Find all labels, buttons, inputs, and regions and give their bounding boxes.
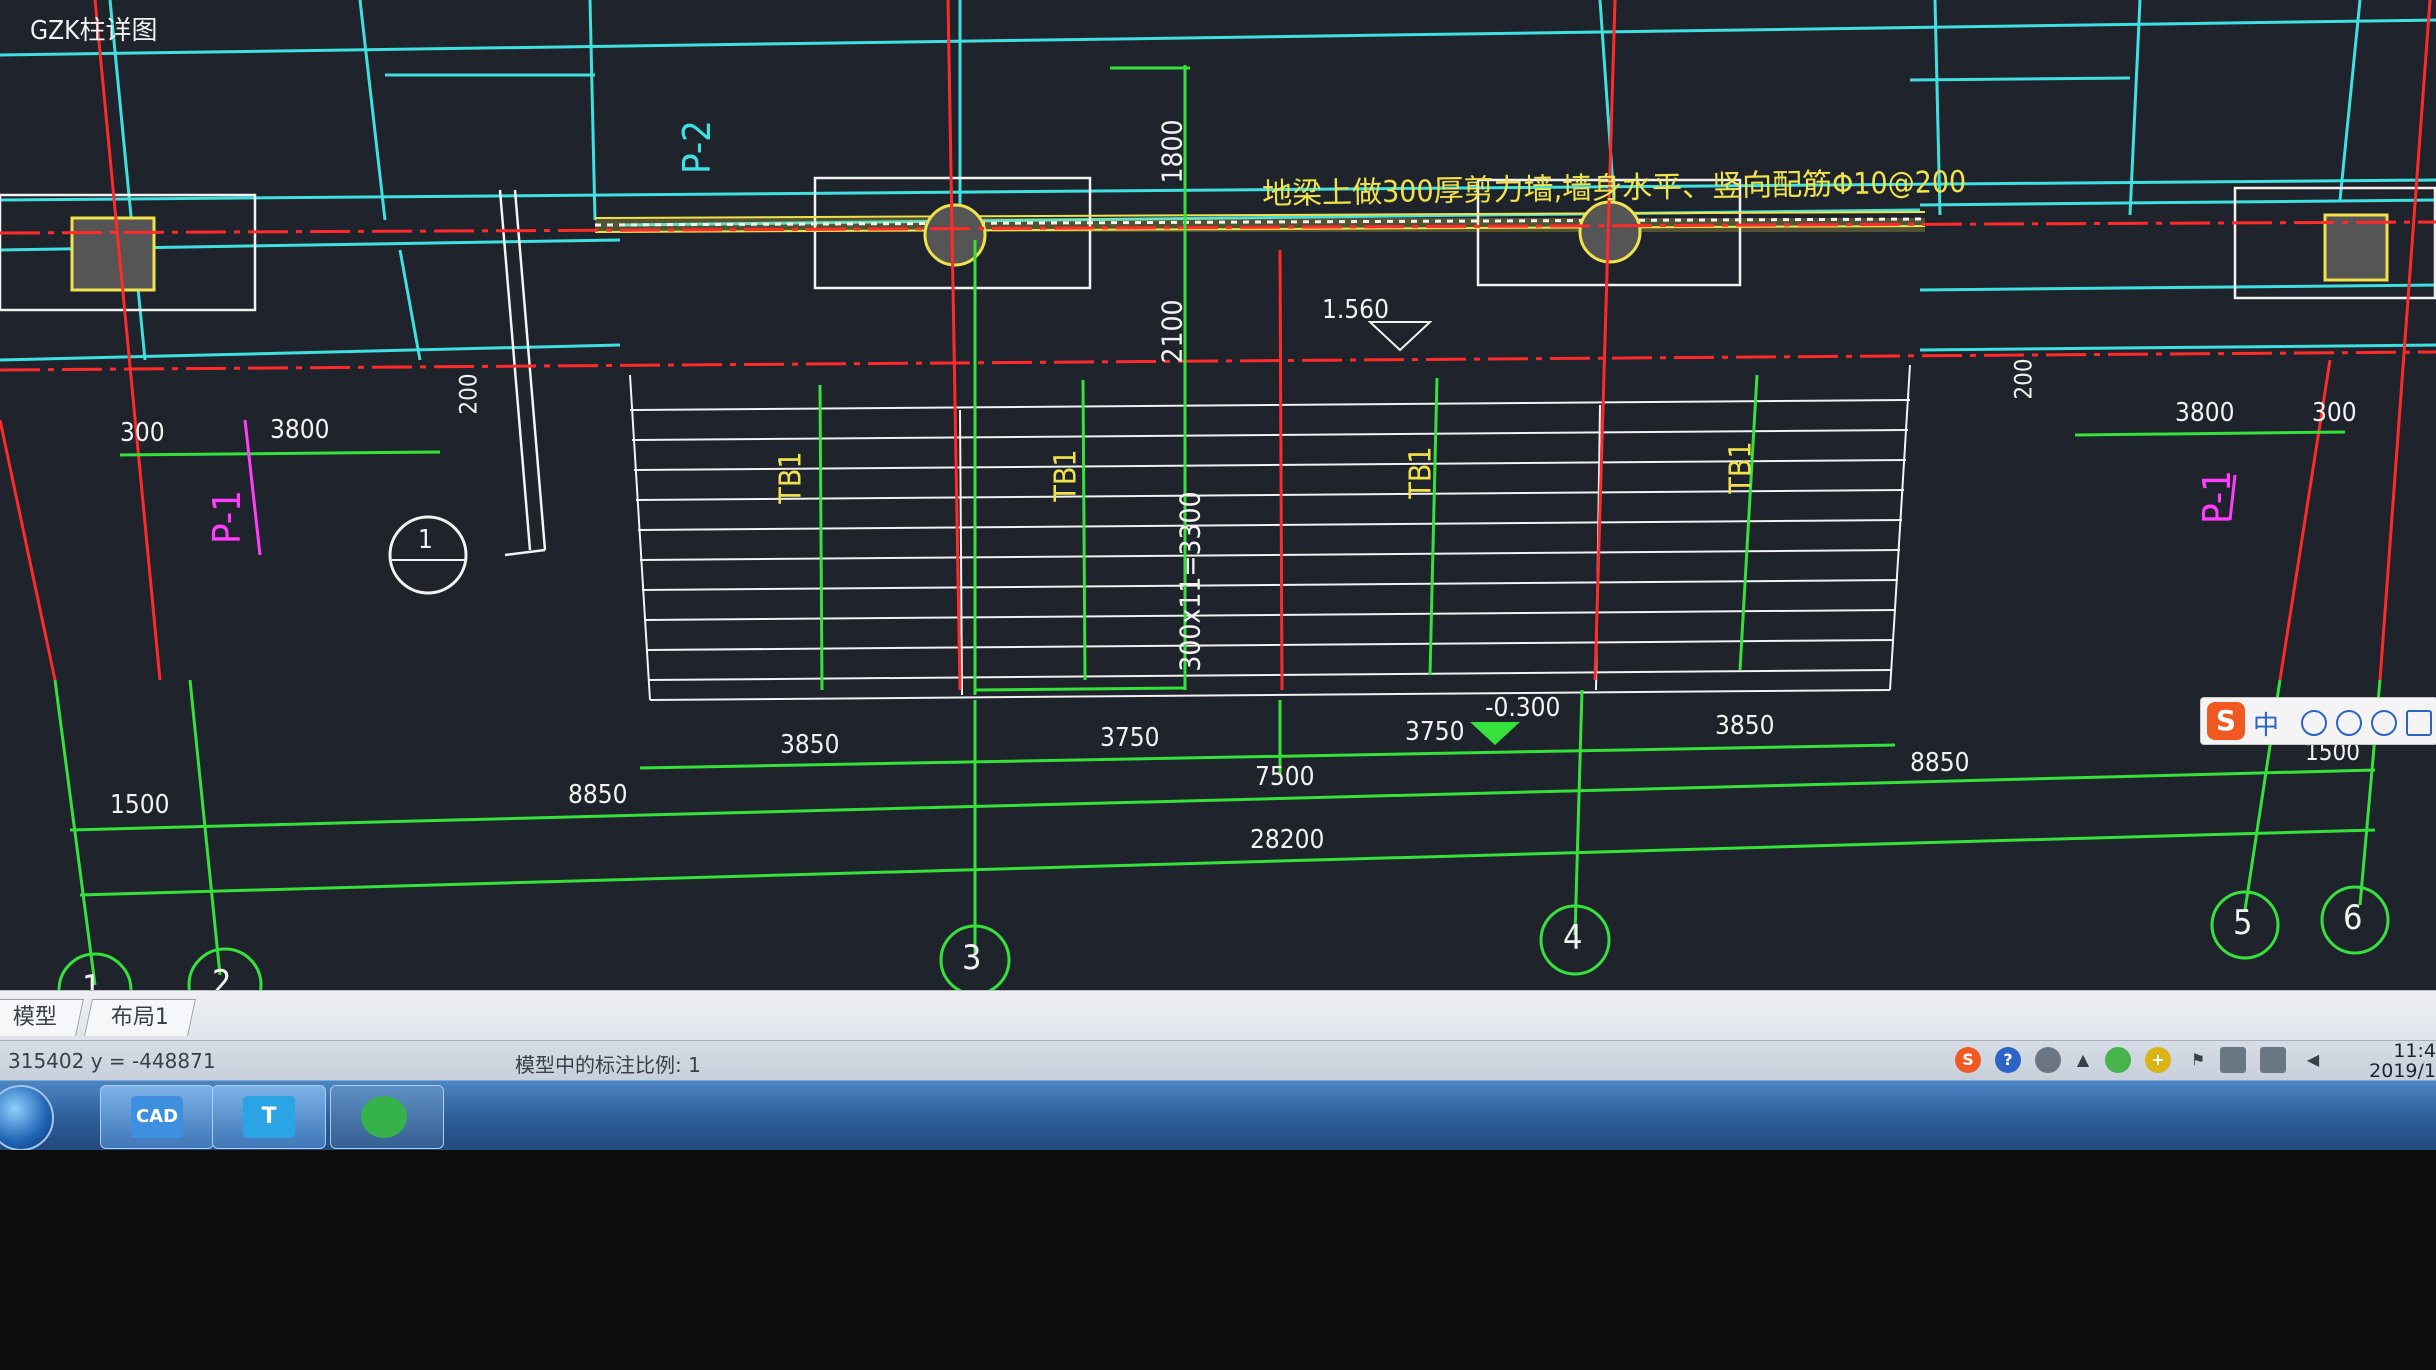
cad-drawing-canvas[interactable]: GZK柱详图 地梁上做300厚剪力墙,墙身水平、竖向配筋Φ10@200 P-2 … bbox=[0, 0, 2436, 1028]
group-dim: 7500 bbox=[1255, 762, 1315, 792]
section-mark-number: 1 bbox=[418, 525, 433, 555]
windows-taskbar: CAD T bbox=[0, 1080, 2436, 1151]
level-upper: 1.560 bbox=[1322, 295, 1389, 325]
stair-label-tb1: TB1 bbox=[1723, 441, 1759, 494]
drawing-title-fragment: GZK柱详图 bbox=[30, 16, 158, 46]
wall-outlines bbox=[0, 0, 2436, 362]
level-marker-lower bbox=[1470, 722, 1520, 745]
small-dim: 3800 bbox=[2175, 398, 2235, 428]
group-dim: 8850 bbox=[568, 780, 628, 810]
small-dim: 300 bbox=[120, 418, 165, 448]
tray-expand-icon[interactable]: ▲ bbox=[2070, 1047, 2096, 1073]
panel-label-p1-right: P-1 bbox=[2194, 470, 2239, 524]
ime-toolbar[interactable]: S 中 bbox=[2200, 697, 2436, 745]
panel-label-p2: P-2 bbox=[674, 120, 719, 174]
monitor-bezel bbox=[0, 1150, 2436, 1370]
level-lower: -0.300 bbox=[1485, 693, 1561, 723]
flag-icon[interactable]: ⚑ bbox=[2185, 1047, 2211, 1073]
bay-dim: 3750 bbox=[1405, 717, 1465, 747]
sogou-ime-icon[interactable]: S bbox=[2207, 702, 2245, 740]
volume-icon[interactable]: ◀ bbox=[2300, 1047, 2326, 1073]
taskbar-green-app-button[interactable] bbox=[330, 1085, 444, 1149]
small-dim: 300 bbox=[2312, 398, 2357, 428]
small-dim: 3800 bbox=[270, 415, 330, 445]
tray-pen-icon[interactable] bbox=[2035, 1047, 2061, 1073]
microphone-icon[interactable] bbox=[2371, 710, 2397, 736]
grid-axis-label: 6 bbox=[2343, 898, 2363, 938]
grid-axis-bubbles bbox=[57, 885, 2390, 1028]
annotation-scale-label: 模型中的标注比例: 1 bbox=[515, 1053, 701, 1077]
stair-label-tb1: TB1 bbox=[773, 451, 809, 504]
sogou-tray-icon[interactable]: S bbox=[1955, 1047, 1981, 1073]
taskbar-tangent-button[interactable]: T bbox=[212, 1085, 326, 1149]
tray-add-icon[interactable]: + bbox=[2145, 1047, 2171, 1073]
tab-model[interactable]: 模型 bbox=[0, 999, 84, 1036]
cursor-coordinates: 315402 y = -448871 bbox=[8, 1049, 216, 1073]
tab-layout1[interactable]: 布局1 bbox=[84, 999, 196, 1036]
bay-dim: 3850 bbox=[780, 730, 840, 760]
keyboard-icon[interactable] bbox=[2406, 710, 2432, 736]
vertical-dim: 200 bbox=[2009, 358, 2038, 400]
emoji-icon[interactable] bbox=[2336, 710, 2362, 736]
clock-time: 11:4 bbox=[2393, 1040, 2436, 1062]
cad-app-icon: CAD bbox=[131, 1096, 183, 1138]
help-icon[interactable]: ? bbox=[1995, 1047, 2021, 1073]
bay-dim: 3850 bbox=[1715, 711, 1775, 741]
level-marker-upper bbox=[1367, 321, 1433, 352]
grid-axis-label: 4 bbox=[1563, 918, 1583, 958]
panel-label-p1-left: P-1 bbox=[204, 490, 249, 544]
network-icon[interactable] bbox=[2260, 1047, 2286, 1073]
tangent-app-icon: T bbox=[243, 1096, 295, 1138]
stair-label-tb1: TB1 bbox=[1048, 449, 1084, 502]
stair-label-tb1: TB1 bbox=[1403, 446, 1439, 499]
vertical-dim: 200 bbox=[454, 373, 483, 415]
taskbar-cad-button[interactable]: CAD bbox=[100, 1085, 214, 1149]
group-dim: 8850 bbox=[1910, 748, 1970, 778]
bay-dim: 3750 bbox=[1100, 723, 1160, 753]
total-dim: 28200 bbox=[1250, 825, 1325, 855]
tray-green-icon[interactable] bbox=[2105, 1047, 2131, 1073]
green-app-icon bbox=[361, 1096, 407, 1138]
punctuation-icon[interactable] bbox=[2301, 710, 2327, 736]
status-bar: 315402 y = -448871 模型中的标注比例: 1 S ? ▲ + ⚑… bbox=[0, 1040, 2436, 1081]
clock-date: 2019/1 bbox=[2369, 1060, 2436, 1082]
grid-axis-label: 5 bbox=[2233, 903, 2253, 943]
system-clock[interactable]: 11:4 2019/1 bbox=[2346, 1041, 2436, 1081]
start-button[interactable] bbox=[0, 1085, 54, 1151]
vertical-dim: 1800 bbox=[1155, 119, 1189, 184]
layout-tab-bar: 模型 布局1 bbox=[0, 990, 2436, 1041]
grid-axis-label: 3 bbox=[962, 938, 982, 978]
stair-spec: 300x11=3300 bbox=[1173, 491, 1207, 672]
vertical-dim: 2100 bbox=[1155, 299, 1189, 364]
structural-outlines bbox=[0, 176, 2436, 557]
ime-mode-toggle[interactable]: 中 bbox=[2253, 705, 2279, 742]
tray-doc-icon[interactable] bbox=[2220, 1047, 2246, 1073]
group-dim: 1500 bbox=[110, 790, 170, 820]
axis-lines bbox=[0, 0, 2436, 691]
